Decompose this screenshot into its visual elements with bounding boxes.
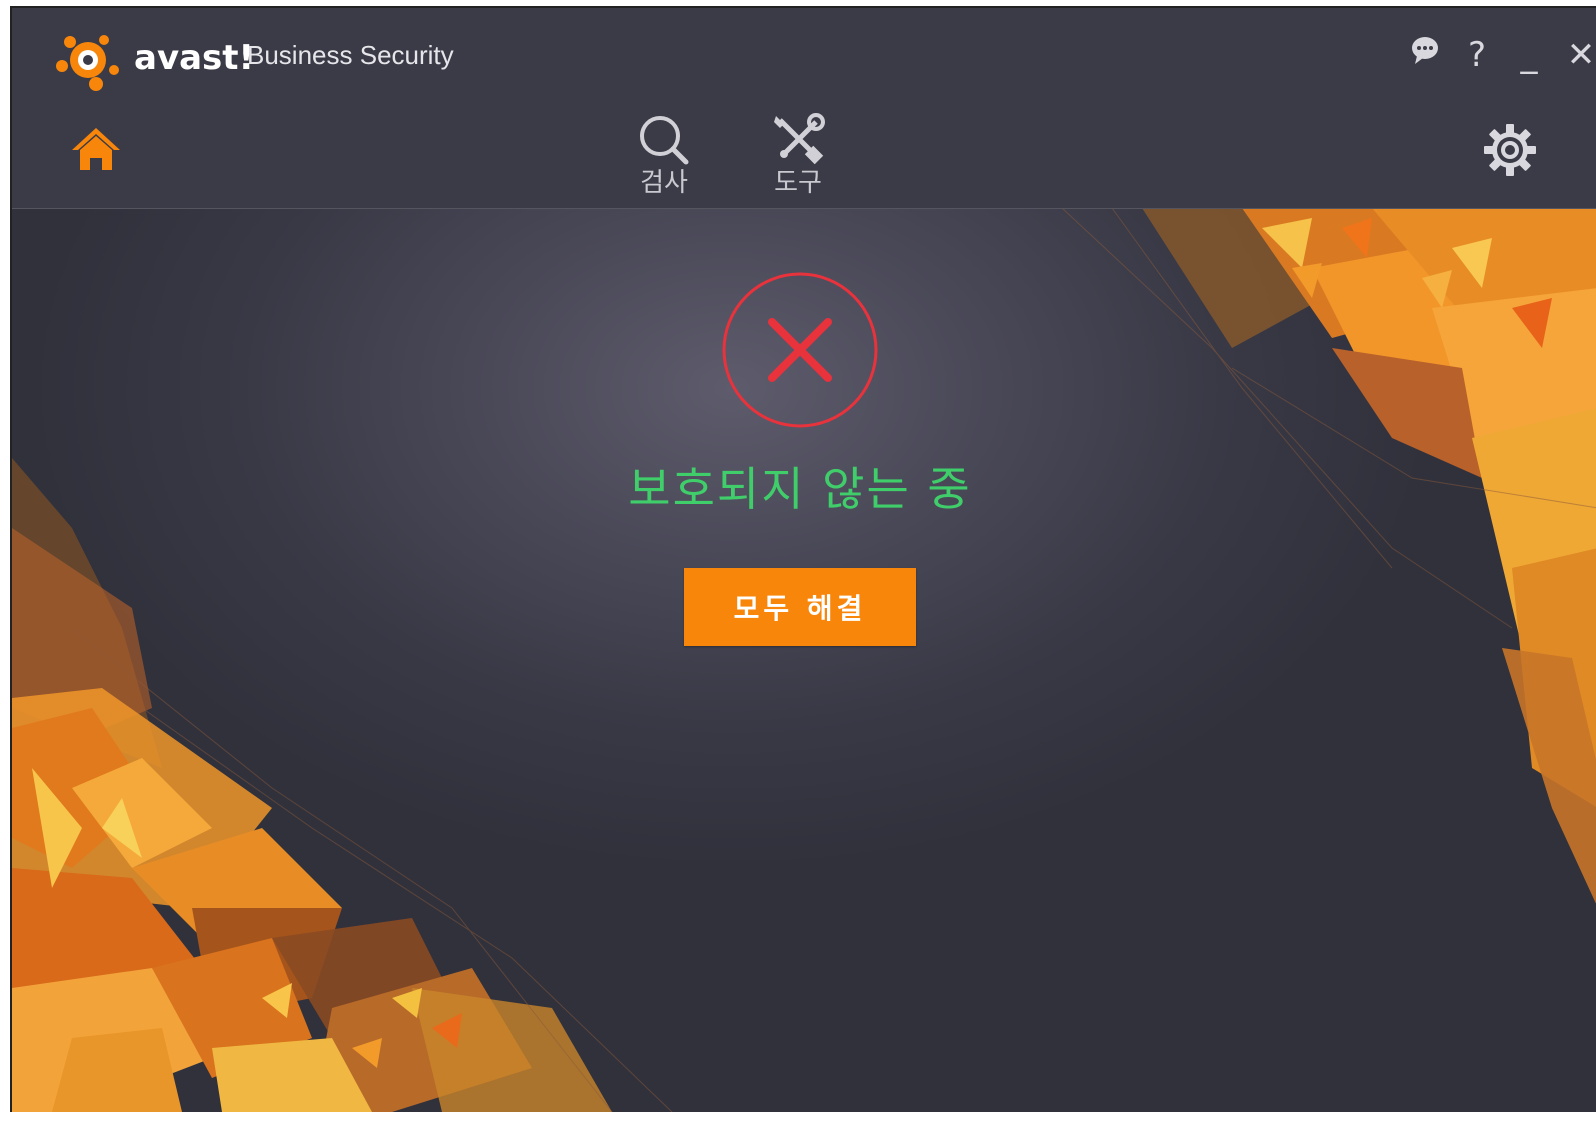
magnifier-icon — [640, 116, 689, 165]
error-x-icon — [722, 272, 878, 428]
settings-button[interactable] — [1482, 122, 1538, 178]
home-icon — [72, 128, 120, 170]
protection-status-text: 보호되지 않는 중 — [628, 462, 972, 516]
help-button[interactable]: ? — [1460, 35, 1494, 75]
minimize-button[interactable]: _ — [1512, 35, 1546, 75]
nav-tools[interactable]: 도구 — [758, 112, 838, 198]
logo-wordmark: avast! — [134, 38, 255, 78]
product-name: Business Security — [247, 40, 454, 70]
speech-bubble-icon — [1412, 37, 1438, 64]
avast-ball-icon — [56, 35, 119, 91]
window-controls: ? _ ✕ — [1408, 34, 1596, 75]
app-window: avast! Business Security ? _ ✕ 검사 도구 보호되… — [10, 6, 1596, 1112]
wrench-screwdriver-icon — [774, 113, 825, 165]
nav-scan-label: 검사 — [640, 168, 688, 198]
avast-logo[interactable]: avast! — [52, 26, 254, 91]
nav-tools-label: 도구 — [774, 168, 822, 198]
feedback-button[interactable] — [1408, 34, 1442, 75]
home-button[interactable] — [68, 120, 124, 176]
nav-scan[interactable]: 검사 — [624, 112, 704, 198]
resolve-all-button[interactable]: 모두 해결 — [684, 568, 916, 646]
header-bar: avast! Business Security ? _ ✕ 검사 도구 — [12, 8, 1596, 209]
gear-icon — [1484, 124, 1536, 176]
close-button[interactable]: ✕ — [1564, 35, 1596, 75]
